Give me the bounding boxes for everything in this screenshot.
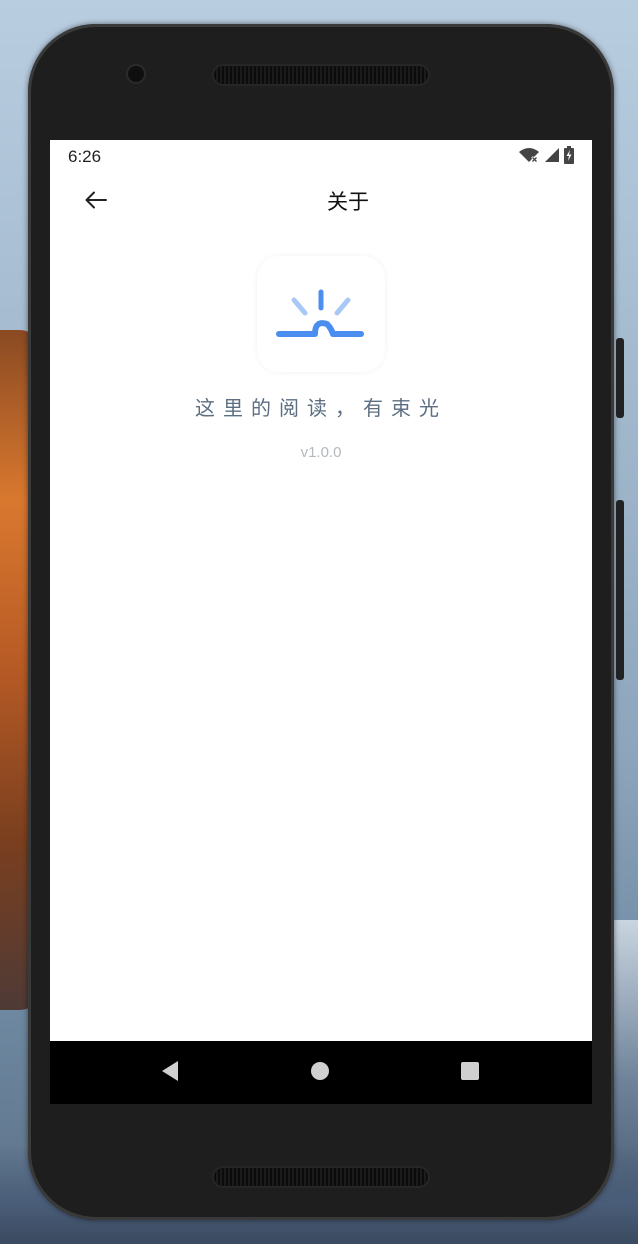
app-bar: 关于: [50, 174, 592, 230]
wifi-icon: [518, 147, 540, 167]
power-button: [616, 500, 624, 680]
back-triangle-icon: [160, 1060, 180, 1086]
app-tagline: 这里的阅读，有束光: [195, 396, 447, 420]
front-camera: [128, 66, 144, 82]
cell-signal-icon: [544, 147, 560, 167]
volume-button: [616, 338, 624, 418]
status-bar: 6:26: [50, 140, 592, 174]
app-screen: 6:26 关于 这里的阅读，有束光 v1.0.0: [50, 140, 592, 1104]
recents-square-icon: [460, 1061, 480, 1085]
system-nav-bar: [50, 1041, 592, 1104]
nav-home-button[interactable]: [304, 1057, 336, 1089]
app-logo: [257, 256, 385, 372]
home-circle-icon: [310, 1061, 330, 1085]
status-time: 6:26: [68, 147, 102, 166]
status-icons: [518, 146, 574, 168]
nav-back-button[interactable]: [154, 1057, 186, 1089]
page-title: 关于: [327, 190, 369, 214]
sunrise-logo-icon: [257, 289, 385, 376]
nav-recents-button[interactable]: [454, 1057, 486, 1089]
battery-icon: [564, 146, 574, 168]
top-speaker: [214, 66, 428, 84]
bottom-speaker: [214, 1168, 428, 1186]
app-version: v1.0.0: [300, 444, 342, 461]
